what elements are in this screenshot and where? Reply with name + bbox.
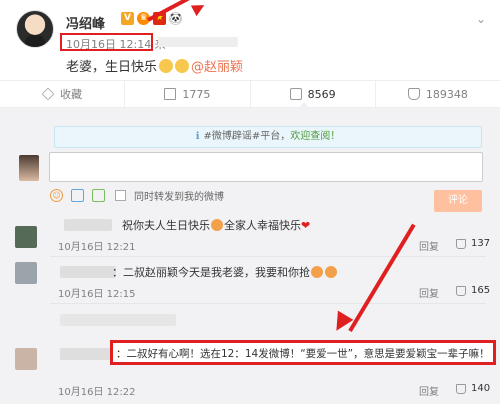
comment-icon — [289, 88, 302, 100]
blurred-text-region — [60, 314, 176, 326]
cake-emoji-icon — [159, 59, 174, 73]
annotation-arrow-head — [190, 0, 208, 17]
time-highlight-box — [60, 33, 153, 51]
panda-badge-icon[interactable]: 🐼 — [169, 12, 182, 25]
comment-time: 10月16日 12:22 — [58, 387, 136, 398]
commenter-avatar[interactable] — [15, 226, 37, 248]
comment-text: ：二叔好有心啊！选在12：14发微博！“要爱一世”，意思是要爱颖宝一辈子嘛！ — [116, 346, 488, 361]
comment-text-main: 祝你夫人生日快乐 — [122, 219, 210, 232]
author-avatar[interactable] — [16, 10, 54, 48]
comment-like-button[interactable]: 165 — [456, 285, 490, 296]
notice-prefix: #微博辟谣#平台， — [203, 131, 291, 142]
post-source-blurred — [158, 37, 238, 47]
comment-text-main: ：二叔好有心啊！选在12：14发微博！“要爱一世”，意思是要爱颖宝一辈子嘛！ — [116, 348, 488, 360]
mention-link[interactable]: @赵丽颖 — [191, 60, 243, 75]
commenter-avatar[interactable] — [15, 348, 37, 370]
favorite-button[interactable]: 收藏 — [0, 81, 126, 107]
weibo-post: 冯绍峰 V ♛ ★ 🐼 ⌄ 10月16日 12:14 来 老婆，生日快乐 @赵丽颖 — [0, 0, 500, 80]
like-icon — [407, 88, 420, 100]
reply-button[interactable]: 回复 — [419, 383, 439, 398]
emoji-icon — [325, 266, 337, 278]
commenter-name-blurred[interactable] — [60, 266, 116, 278]
commenter-name-blurred[interactable] — [64, 219, 112, 231]
author-name[interactable]: 冯绍峰 — [66, 13, 105, 32]
like-count: 189348 — [425, 87, 468, 101]
comment-input[interactable] — [49, 152, 483, 182]
heart-emoji-icon: ❤ — [301, 219, 311, 232]
comment-count: 8569 — [307, 87, 336, 101]
favorite-label: 收藏 — [60, 88, 83, 101]
repost-checkbox-label: 同时转发到我的微博 — [134, 192, 224, 203]
reply-button[interactable]: 回复 — [419, 285, 439, 300]
comment-like-count: 140 — [471, 383, 491, 394]
comment-button[interactable]: 8569 — [251, 81, 376, 107]
share-icon — [164, 88, 177, 100]
rumor-notice: ℹ #微博辟谣#平台，欢迎查阅！ — [54, 126, 482, 148]
comment-time: 10月16日 12:15 — [58, 289, 136, 300]
topic-icon[interactable] — [92, 189, 105, 202]
thumb-up-icon — [456, 238, 466, 249]
like-button[interactable]: 189348 — [376, 81, 500, 107]
info-icon: ℹ — [195, 131, 200, 142]
thumb-up-icon — [456, 383, 466, 394]
repost-checkbox[interactable] — [115, 190, 126, 201]
commenter-name-blurred[interactable] — [60, 348, 110, 360]
post-action-bar: 收藏 1775 8569 189348 — [0, 80, 500, 108]
chevron-down-icon[interactable]: ⌄ — [476, 12, 486, 26]
commenter-avatar[interactable] — [15, 262, 37, 284]
comment-divider — [50, 256, 486, 257]
cake-emoji-icon — [211, 219, 223, 231]
post-content: 老婆，生日快乐 @赵丽颖 — [66, 56, 243, 75]
comment-text-tail: 全家人幸福快乐 — [224, 219, 301, 232]
reply-button[interactable]: 回复 — [419, 238, 439, 253]
submit-comment-button[interactable]: 评论 — [434, 190, 482, 212]
composer-tools: ☺ 同时转发到我的微博 — [50, 188, 224, 203]
comment-time: 10月16日 12:21 — [58, 242, 136, 253]
star-icon — [41, 87, 55, 101]
comment-like-count: 137 — [471, 238, 491, 249]
notice-link[interactable]: 欢迎查阅！ — [290, 131, 340, 142]
comment-text-main: ：二叔赵丽颖今天是我老婆，我要和你抢 — [112, 266, 310, 279]
post-text: 老婆，生日快乐 — [66, 60, 158, 75]
smile-emoji-icon — [175, 59, 190, 73]
repost-count: 1775 — [182, 87, 211, 101]
comment-like-count: 165 — [471, 285, 491, 296]
emoji-icon[interactable]: ☺ — [50, 189, 63, 202]
comment-text: ：二叔赵丽颖今天是我老婆，我要和你抢 — [112, 264, 338, 280]
comment-divider — [50, 303, 486, 304]
thumb-up-icon — [456, 285, 466, 296]
emoji-icon — [311, 266, 323, 278]
image-icon[interactable] — [71, 189, 84, 202]
comment-like-button[interactable]: 140 — [456, 383, 490, 394]
repost-button[interactable]: 1775 — [125, 81, 251, 107]
verified-badge-icon[interactable]: V — [121, 12, 134, 25]
current-user-avatar — [19, 155, 39, 181]
comment-like-button[interactable]: 137 — [456, 238, 490, 249]
comment-text: 祝你夫人生日快乐 全家人幸福快乐❤ — [122, 217, 310, 233]
